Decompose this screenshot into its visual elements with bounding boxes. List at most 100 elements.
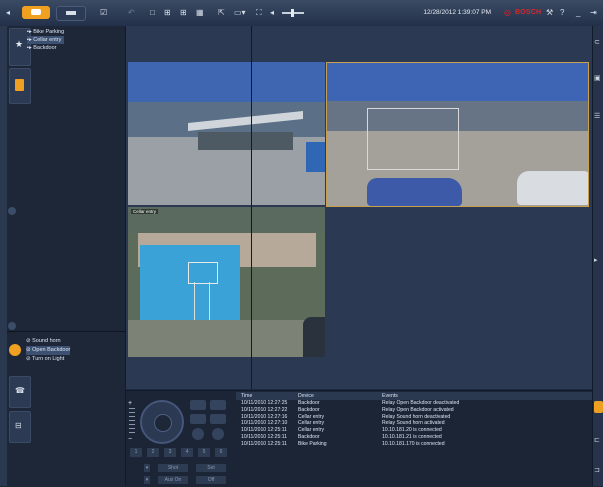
tree-item-backdoor[interactable]: ▪▸ Backdoor	[27, 44, 64, 52]
ptz-joystick[interactable]	[140, 400, 184, 444]
preset-button-4[interactable]: 4	[181, 448, 193, 457]
relay-item-open-backdoor[interactable]: ⊘ Open Backdoor	[26, 346, 71, 355]
panel-divider	[7, 331, 125, 332]
table-row[interactable]: 10/11/2010 12:25:11 Cellar entry 10.10.1…	[236, 427, 592, 434]
layout-3x3-icon[interactable]: ⊞	[180, 8, 187, 18]
panel-collapse-button[interactable]	[8, 207, 16, 215]
event-time: 10/11/2010 12:27:25	[241, 400, 288, 406]
off-button[interactable]: Off	[196, 476, 226, 484]
checkbox-icon[interactable]: ☑	[100, 8, 107, 18]
zoom-out-button[interactable]: −	[128, 436, 132, 443]
ground	[128, 320, 325, 357]
event-text: 10.10.181.20 is connected	[382, 427, 442, 434]
event-device: Backdoor	[298, 400, 320, 406]
building-facade	[327, 63, 588, 101]
bookmark-icon[interactable]: ⊏	[594, 436, 600, 444]
table-row[interactable]: 10/11/2010 12:27:22 Backdoor Relay Open …	[236, 407, 592, 414]
tree-item-bike-parking[interactable]: ▪▸ Bike Parking	[27, 28, 64, 36]
tree-item-cellar-entry[interactable]: ▪▸ Cellar entry	[27, 36, 65, 44]
camera-title-label: Cellar entry	[131, 209, 159, 214]
event-time: 10/11/2010 12:27:10	[241, 420, 288, 427]
iris-open-button[interactable]	[190, 414, 206, 424]
event-device: Backdoor	[298, 433, 320, 440]
relay-item-turn-on-light[interactable]: ⊘ Turn on Light	[26, 355, 70, 364]
aux-dropdown-arrow[interactable]: ▾	[144, 476, 150, 484]
help-icon[interactable]: ?	[560, 8, 564, 18]
aux-button-2[interactable]	[212, 428, 224, 440]
aux-on-button[interactable]: Aux On	[158, 476, 188, 484]
monitor-icon[interactable]: ▣	[594, 74, 601, 82]
column-header-time[interactable]: Time	[241, 392, 252, 400]
main-toolbar: ◂ ☑ ↶ □ ⊞ ⊞ ▦ ⇱ ▭▾ ⛶ ◂ 12/28/2012 1:39:0…	[0, 0, 603, 27]
events-tab-icon[interactable]	[594, 401, 603, 413]
expand-right-icon[interactable]: ▸	[594, 256, 598, 264]
event-device: Cellar entry	[298, 413, 325, 420]
event-device: Cellar entry	[298, 427, 325, 434]
pane-separator	[251, 26, 252, 389]
volume-slider-handle[interactable]	[291, 9, 294, 17]
relay-item-sound-horn[interactable]: ⊘ Sound horn	[26, 337, 70, 346]
left-panel: ★ ☎ ⊟	[7, 26, 126, 486]
iris-close-button[interactable]	[210, 414, 226, 424]
relay-control-icon[interactable]	[9, 344, 21, 356]
ptz-control-panel: + − 1 2 3 4 5 6 ▾ Shot Set ▾ Aux On Off	[126, 392, 234, 486]
aux-button-1[interactable]	[192, 428, 204, 440]
camera-pane-backdoor[interactable]	[326, 62, 589, 207]
table-row[interactable]: 10/11/2010 12:27:16 Cellar entry Relay S…	[236, 414, 592, 421]
preset-button-5[interactable]: 5	[198, 448, 210, 457]
joystick-center	[154, 414, 172, 432]
undo-icon[interactable]: ↶	[128, 8, 135, 18]
logical-tree-tab[interactable]	[9, 68, 31, 104]
table-row[interactable]: 10/11/2010 12:25:11 Backdoor 10.10.181.2…	[236, 434, 592, 441]
event-device: Cellar entry	[298, 420, 325, 427]
preset-button-3[interactable]: 3	[164, 448, 176, 457]
white-car	[517, 171, 588, 205]
alarm-tab[interactable]: ☎	[9, 376, 31, 408]
volume-icon[interactable]: ◂	[270, 8, 274, 18]
zoom-slider[interactable]	[129, 408, 135, 436]
layout-4x4-icon[interactable]: ▦	[196, 8, 204, 18]
camera-pane-cellar-entry[interactable]: Cellar entry	[128, 207, 325, 357]
pointer-icon[interactable]: ⇱	[218, 8, 225, 18]
preset-dropdown-arrow[interactable]: ▾	[144, 464, 150, 472]
live-mode-button[interactable]	[22, 6, 50, 19]
blue-sign	[306, 142, 325, 172]
preset-row: 1 2 3 4 5 6	[128, 448, 234, 458]
camera-pane-bike-parking[interactable]	[128, 62, 325, 205]
collapse-arrow-icon[interactable]: ◂	[6, 8, 10, 18]
column-header-events[interactable]: Events	[382, 392, 398, 400]
window-menu-icon[interactable]: ▭▾	[234, 8, 246, 18]
set-button[interactable]: Set	[196, 464, 226, 472]
settings-wrench-icon[interactable]: ⚒	[546, 8, 553, 18]
playback-mode-button[interactable]	[56, 6, 86, 21]
event-list-header: Time Device Events	[236, 392, 592, 400]
empty-camera-pane[interactable]	[326, 207, 589, 357]
ptz-tool-icon[interactable]: ⊂	[594, 38, 600, 46]
bikes	[198, 132, 293, 150]
panel-expand-button[interactable]	[8, 322, 16, 330]
fullscreen-icon[interactable]: ⛶	[256, 8, 262, 18]
column-header-device[interactable]: Device	[298, 392, 314, 400]
zoom-in-button[interactable]: +	[128, 400, 132, 407]
shot-button[interactable]: Shot	[158, 464, 188, 472]
focus-far-button[interactable]	[210, 400, 226, 410]
preset-button-1[interactable]: 1	[130, 448, 142, 457]
focus-near-button[interactable]	[190, 400, 206, 410]
layout-2x2-icon[interactable]: ⊞	[164, 8, 171, 18]
maps-tab[interactable]: ⊟	[9, 411, 31, 443]
event-list: Time Device Events 10/11/2010 12:27:25 B…	[236, 392, 592, 486]
minimize-icon[interactable]: _	[576, 8, 580, 18]
table-row[interactable]: 10/11/2010 12:27:25 Backdoor Relay Open …	[236, 400, 592, 407]
exit-icon[interactable]: ⇥	[590, 8, 597, 18]
bosch-logo-icon: ◎	[504, 8, 511, 17]
layout-1x1-icon[interactable]: □	[150, 8, 155, 18]
list-icon[interactable]: ☰	[594, 112, 600, 120]
table-row[interactable]: 10/11/2010 12:27:10 Cellar entry Relay S…	[236, 420, 592, 427]
table-row[interactable]: 10/11/2010 12:25:11 Bike Parking 10.10.1…	[236, 441, 592, 448]
left-edge-strip	[0, 26, 7, 486]
preset-button-2[interactable]: 2	[147, 448, 159, 457]
export-icon[interactable]: ⊐	[594, 466, 600, 474]
preset-button-6[interactable]: 6	[215, 448, 227, 457]
event-time: 10/11/2010 12:25:11	[241, 427, 287, 434]
event-text: 10.10.181.170 is connected	[382, 440, 445, 447]
